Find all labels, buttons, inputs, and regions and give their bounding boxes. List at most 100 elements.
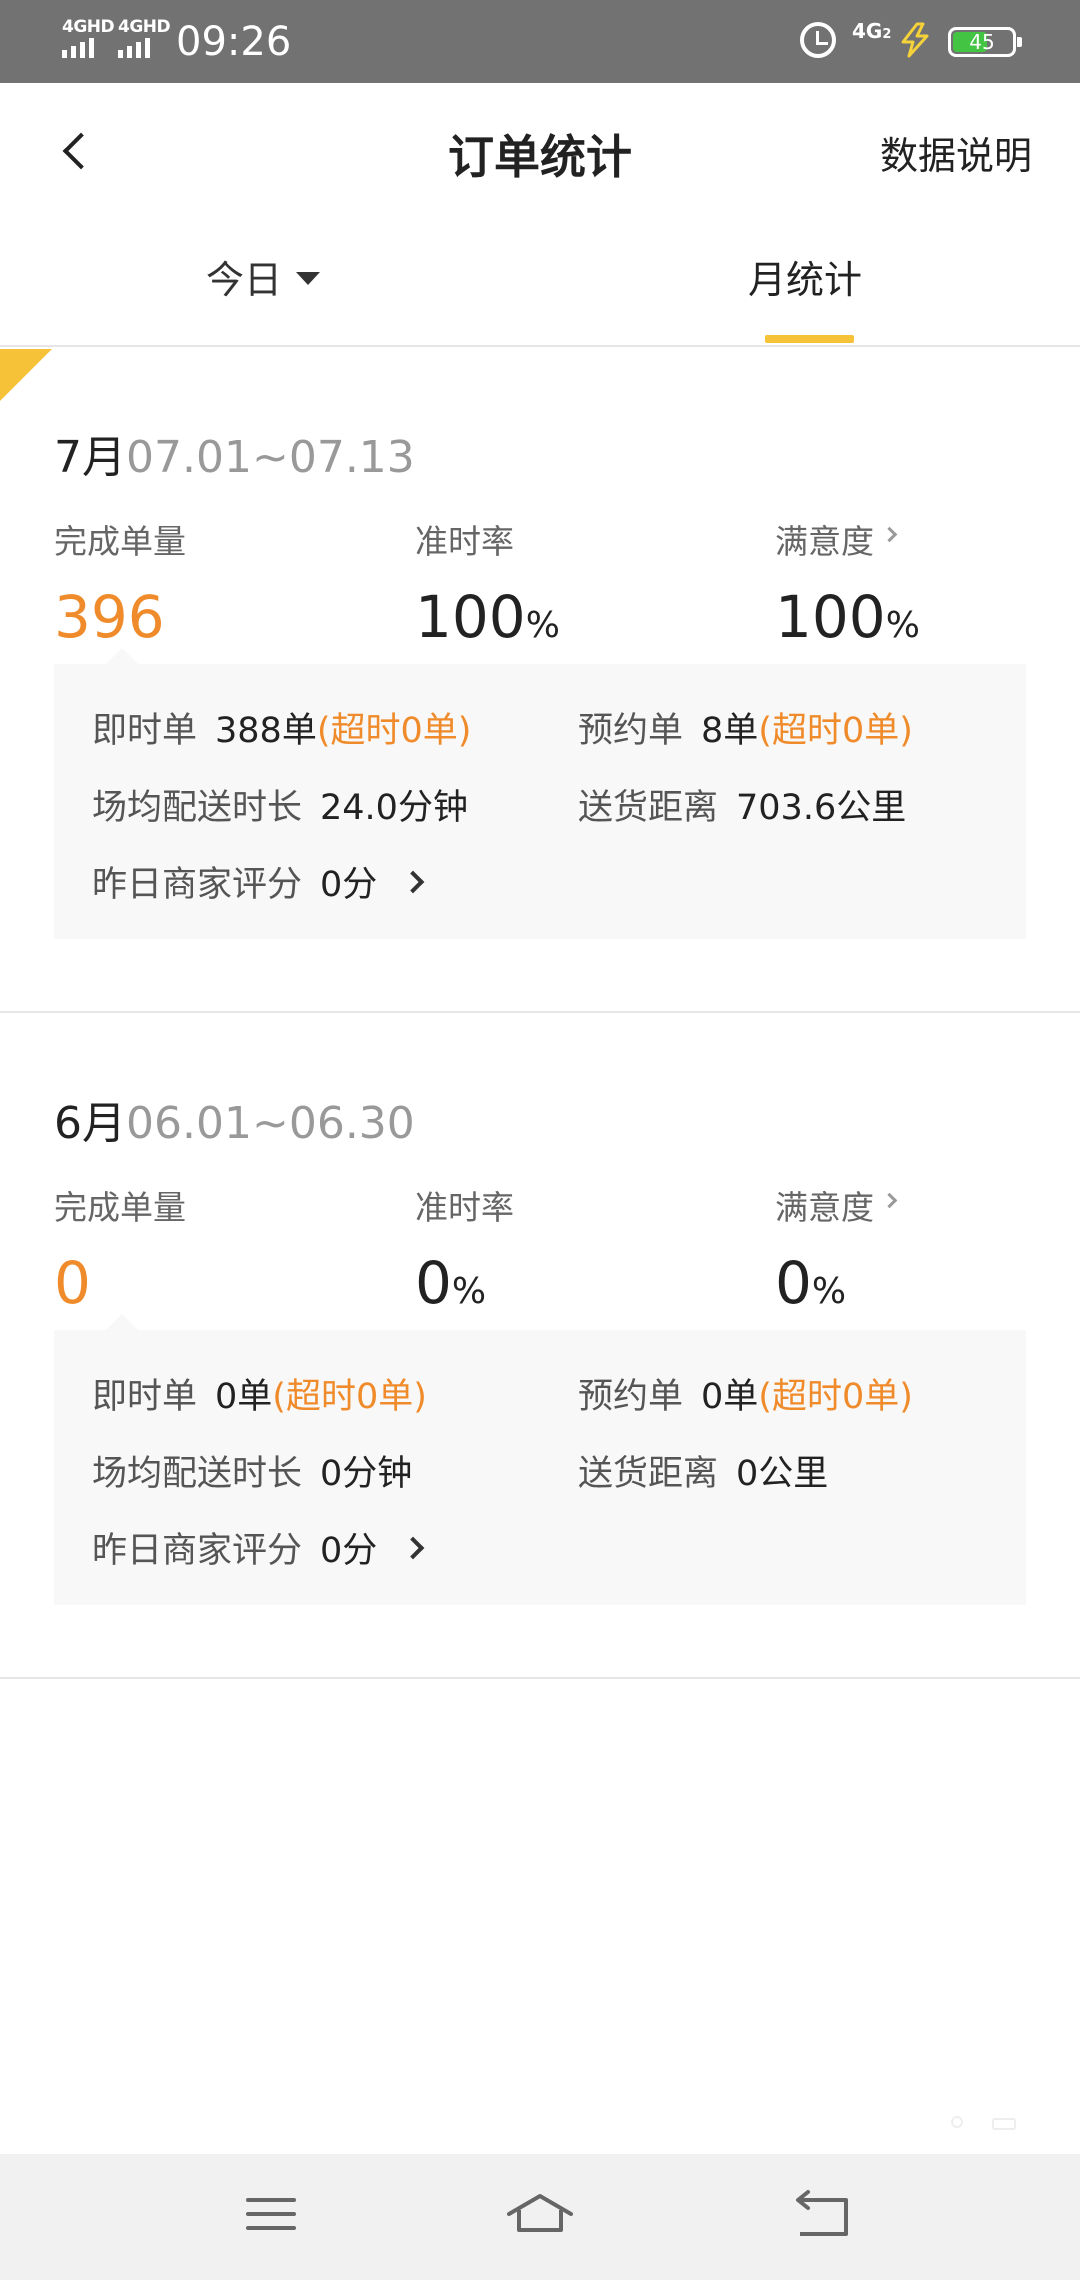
avg-delivery-time-row: 场均配送时长 0分钟 bbox=[92, 1445, 412, 1496]
signal-label: 4GHD bbox=[118, 17, 171, 37]
network-sub: 2 bbox=[882, 27, 892, 42]
caret-down-icon bbox=[296, 272, 321, 285]
merchant-rating-row[interactable]: 昨日商家评分 0分 bbox=[92, 1522, 425, 1573]
month-section-july: 7月07.01~07.13 完成单量 396 准时率 100% 满意度 100%… bbox=[0, 349, 1080, 1013]
tab-bar: 今日 月统计 bbox=[0, 223, 1080, 347]
overtime-note: (超时0单) bbox=[272, 1377, 427, 1417]
month-section-june: 6月06.01~06.30 完成单量 0 准时率 0% 满意度 0% 即时单 0单… bbox=[0, 1015, 1080, 1679]
period-range: 07.01~07.13 bbox=[126, 432, 415, 483]
stat-satisfaction[interactable]: 满意度 0% bbox=[775, 1181, 898, 1317]
detail-key: 昨日商家评分 bbox=[92, 865, 303, 905]
avg-delivery-time-row: 场均配送时长 24.0分钟 bbox=[92, 779, 468, 830]
detail-key: 昨日商家评分 bbox=[92, 1531, 303, 1571]
network-indicator: 4G2 bbox=[852, 20, 891, 46]
overtime-note: (超时0单) bbox=[758, 1377, 913, 1417]
stat-value: 0% bbox=[415, 1249, 514, 1317]
instant-orders-row: 即时单 0单(超时0单) bbox=[92, 1368, 427, 1419]
stat-label: 准时率 bbox=[415, 522, 514, 561]
network-label: 4G bbox=[852, 19, 883, 43]
period-title: 7月07.01~07.13 bbox=[54, 421, 415, 485]
signal-icon: 4GHD bbox=[118, 17, 171, 58]
stat-label-row: 满意度 bbox=[775, 515, 920, 563]
chevron-right-icon bbox=[881, 1192, 898, 1208]
reserved-orders-row: 预约单 0单(超时0单) bbox=[578, 1368, 913, 1419]
stat-value: 100% bbox=[775, 583, 920, 651]
stat-unit: % bbox=[811, 1271, 847, 1312]
stat-unit: % bbox=[885, 605, 920, 646]
back-icon[interactable] bbox=[788, 2184, 858, 2244]
chevron-right-icon bbox=[401, 1536, 425, 1559]
signal-icon: 4GHD bbox=[62, 17, 115, 58]
overtime-note: (超时0单) bbox=[758, 711, 913, 751]
stat-number: 0 bbox=[415, 1249, 452, 1317]
period-range: 06.01~06.30 bbox=[126, 1098, 415, 1149]
stat-number: 100 bbox=[775, 583, 886, 651]
stat-satisfaction[interactable]: 满意度 100% bbox=[775, 515, 920, 651]
home-icon[interactable] bbox=[505, 2184, 575, 2244]
detail-key: 预约单 bbox=[578, 711, 684, 751]
detail-key: 送货距离 bbox=[578, 1454, 719, 1494]
tab-month-stats[interactable]: 月统计 bbox=[748, 249, 862, 304]
stat-label: 准时率 bbox=[415, 1188, 514, 1227]
detail-value: 0分钟 bbox=[320, 1454, 413, 1494]
stat-ontime-rate: 准时率 0% bbox=[415, 1181, 514, 1317]
status-bar: 4GHD 4GHD 09:26 4G2 45 bbox=[0, 0, 1080, 83]
clock: 09:26 bbox=[176, 19, 292, 65]
stat-number: 0 bbox=[775, 1249, 812, 1317]
detail-value: 8单 bbox=[701, 711, 759, 751]
stat-label: 满意度 bbox=[775, 522, 874, 561]
reserved-orders-row: 预约单 8单(超时0单) bbox=[578, 702, 913, 753]
instant-orders-row: 即时单 388单(超时0单) bbox=[92, 702, 471, 753]
delivery-distance-row: 送货距离 0公里 bbox=[578, 1445, 828, 1496]
stat-number: 100 bbox=[415, 583, 526, 651]
stat-value: 0 bbox=[54, 1249, 91, 1317]
stat-label: 完成单量 bbox=[54, 522, 186, 561]
detail-key: 送货距离 bbox=[578, 788, 719, 828]
tab-today-label: 今日 bbox=[206, 258, 283, 302]
stat-label-row: 满意度 bbox=[775, 1181, 898, 1229]
battery-icon: 45 bbox=[948, 27, 1022, 57]
stat-unit: % bbox=[451, 1271, 487, 1312]
detail-value: 703.6公里 bbox=[736, 788, 907, 828]
corner-flag bbox=[0, 349, 52, 401]
stat-completed: 完成单量 396 bbox=[54, 515, 186, 651]
stat-completed: 完成单量 0 bbox=[54, 1181, 186, 1317]
signal-label: 4GHD bbox=[62, 17, 115, 37]
detail-value: 0单 bbox=[215, 1377, 273, 1417]
detail-value: 0分 bbox=[320, 1531, 378, 1571]
alarm-icon bbox=[800, 22, 836, 58]
detail-value: 24.0分钟 bbox=[320, 788, 468, 828]
detail-key: 即时单 bbox=[92, 711, 198, 751]
detail-value: 388单 bbox=[215, 711, 317, 751]
chevron-right-icon bbox=[401, 870, 425, 893]
tab-today[interactable]: 今日 bbox=[206, 249, 321, 304]
active-tab-indicator bbox=[765, 335, 854, 343]
merchant-rating-row[interactable]: 昨日商家评分 0分 bbox=[92, 856, 425, 907]
period-month: 7月 bbox=[54, 432, 126, 483]
stat-value: 0% bbox=[775, 1249, 895, 1317]
system-nav-bar bbox=[0, 2154, 1080, 2280]
detail-key: 场均配送时长 bbox=[92, 1454, 303, 1494]
period-month: 6月 bbox=[54, 1098, 126, 1149]
detail-value: 0分 bbox=[320, 865, 378, 905]
detail-value: 0单 bbox=[701, 1377, 759, 1417]
stat-label: 满意度 bbox=[775, 1188, 874, 1227]
battery-level: 45 bbox=[969, 30, 995, 54]
stat-label: 完成单量 bbox=[54, 1188, 186, 1227]
period-title: 6月06.01~06.30 bbox=[54, 1087, 415, 1151]
detail-box: 即时单 0单(超时0单) 预约单 0单(超时0单) 场均配送时长 0分钟 送货距离 0公… bbox=[54, 1314, 1026, 1605]
stat-ontime-rate: 准时率 100% bbox=[415, 515, 560, 651]
overtime-note: (超时0单) bbox=[316, 711, 472, 751]
menu-icon[interactable] bbox=[236, 2184, 306, 2244]
delivery-distance-row: 送货距离 703.6公里 bbox=[578, 779, 906, 830]
detail-box: 即时单 388单(超时0单) 预约单 8单(超时0单) 场均配送时长 24.0分钟 送… bbox=[54, 648, 1026, 939]
stat-value: 100% bbox=[415, 583, 560, 651]
app-header: 订单统计 数据说明 bbox=[0, 83, 1080, 223]
data-explanation-link[interactable]: 数据说明 bbox=[880, 125, 1032, 180]
charging-bolt-icon bbox=[901, 22, 929, 58]
detail-key: 场均配送时长 bbox=[92, 788, 303, 828]
floating-rect-icon bbox=[992, 2118, 1016, 2130]
detail-key: 预约单 bbox=[578, 1377, 684, 1417]
detail-key: 即时单 bbox=[92, 1377, 198, 1417]
stat-unit: % bbox=[525, 605, 560, 646]
